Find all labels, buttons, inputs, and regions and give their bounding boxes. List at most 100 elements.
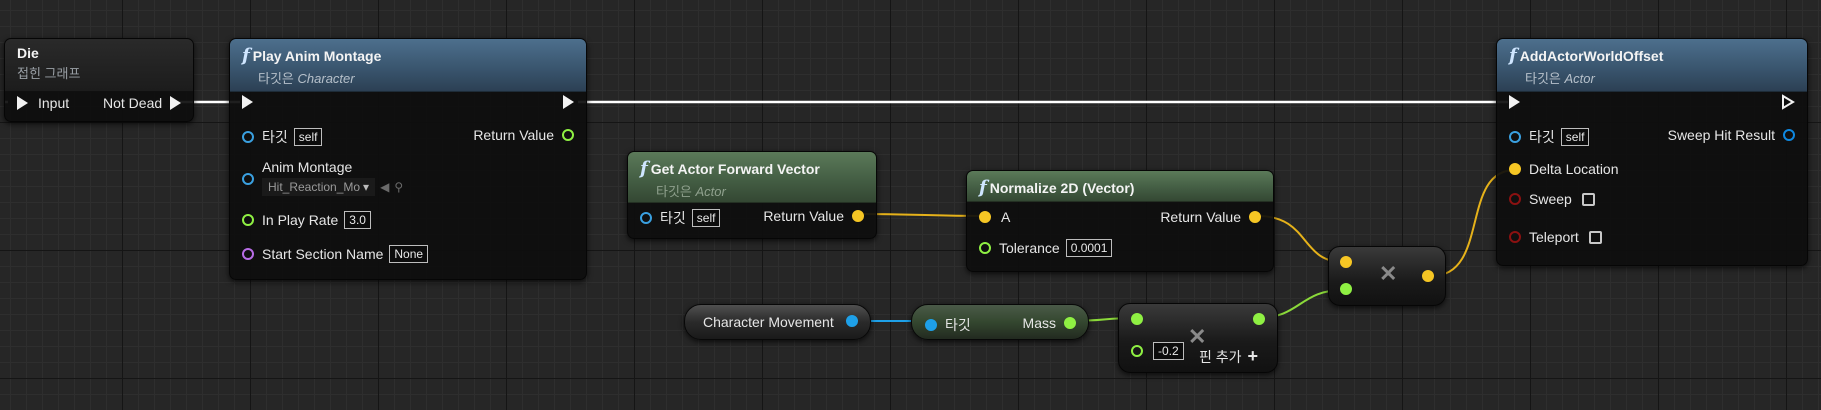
play-anim-montage-node[interactable]: f Play Anim Montage 타깃은 Character 타깃 self… — [229, 38, 587, 280]
get-mass-target-pin[interactable] — [925, 319, 937, 331]
node-subtitle: 타깃은 Actor — [640, 181, 866, 200]
target-row: 타깃 self — [242, 127, 323, 147]
variable-label: Character Movement — [703, 314, 834, 330]
target-label: 타깃 — [1529, 129, 1555, 145]
in-play-rate-pin[interactable] — [242, 214, 254, 226]
multiply-output-pin[interactable] — [1422, 270, 1434, 282]
sweep-checkbox[interactable] — [1581, 192, 1595, 206]
multiply-vector-input-pin[interactable] — [1340, 256, 1352, 268]
exec-in-pin[interactable] — [17, 96, 28, 110]
in-play-rate-label: In Play Rate — [262, 212, 339, 228]
tolerance-row: Tolerance 0.0001 — [979, 239, 1113, 257]
exec-out-pin[interactable] — [563, 95, 574, 109]
target-value[interactable]: self — [293, 128, 323, 146]
exec-out-row — [563, 95, 574, 109]
return-value-pin[interactable] — [852, 210, 864, 222]
mass-output-row: Mass — [1023, 315, 1076, 331]
exec-in-pin[interactable] — [1509, 95, 1520, 109]
delta-location-label: Delta Location — [1529, 161, 1619, 177]
target-pin[interactable] — [242, 131, 254, 143]
tolerance-value[interactable]: 0.0001 — [1065, 239, 1113, 257]
return-value-pin[interactable] — [562, 129, 574, 141]
multiply-input-a-row — [1340, 256, 1352, 268]
mass-output-pin[interactable] — [1064, 317, 1076, 329]
subtitle-prefix: 타깃은 — [656, 184, 692, 199]
sweep-hit-label: Sweep Hit Result — [1667, 127, 1775, 143]
float-mul-input-b-pin[interactable] — [1131, 345, 1143, 357]
subtitle-class: Actor — [695, 184, 726, 199]
target-value[interactable]: self — [691, 209, 721, 227]
browse-search-icon[interactable]: ⚲ — [394, 180, 403, 194]
return-label: Return Value — [763, 208, 844, 224]
anim-montage-pin[interactable] — [242, 173, 254, 185]
get-actor-forward-vector-node[interactable]: f Get Actor Forward Vector 타깃은 Actor 타깃 s… — [627, 151, 877, 239]
a-label: A — [1001, 209, 1011, 225]
a-row: A — [979, 209, 1010, 225]
float-mul-input-a-row — [1131, 313, 1143, 325]
exec-in-pin[interactable] — [242, 95, 253, 109]
node-title-row: f Play Anim Montage — [242, 45, 576, 66]
input-label: Input — [38, 95, 70, 111]
delta-location-row: Delta Location — [1509, 161, 1619, 177]
exec-in-row — [242, 95, 253, 109]
anim-montage-label: Anim Montage — [262, 159, 353, 175]
node-header: f Normalize 2D (Vector) — [967, 171, 1273, 202]
variable-output-row — [846, 315, 858, 327]
anim-montage-dropdown[interactable]: Hit_Reaction_Mo ▾ — [262, 178, 376, 196]
target-pin[interactable] — [1509, 131, 1521, 143]
node-header: f Play Anim Montage 타깃은 Character — [230, 39, 586, 92]
target-label: 타깃 — [660, 210, 686, 226]
target-pin[interactable] — [640, 212, 652, 224]
start-section-value[interactable]: None — [389, 245, 429, 263]
sweep-hit-result-row: Sweep Hit Result — [1668, 127, 1795, 143]
node-subtitle: 타깃은 Character — [242, 68, 576, 87]
return-value-row: Return Value — [763, 208, 864, 224]
exec-out-pin[interactable] — [1781, 94, 1795, 110]
return-value-pin[interactable] — [1249, 211, 1261, 223]
add-pin-row[interactable]: 핀 추가 + — [1199, 346, 1258, 367]
exec-out-pin[interactable] — [170, 96, 182, 110]
vector-multiply-node[interactable]: ✕ — [1328, 246, 1446, 306]
node-title: Die — [17, 45, 39, 61]
node-title: AddActorWorldOffset — [1519, 48, 1664, 64]
function-icon: f — [979, 177, 987, 198]
float-mul-output-pin[interactable] — [1253, 313, 1265, 325]
not-dead-exec-row: Not Dead — [103, 95, 182, 111]
tolerance-pin[interactable] — [979, 242, 991, 254]
sweep-pin[interactable] — [1509, 193, 1521, 205]
return-label: Return Value — [473, 127, 554, 143]
teleport-row: Teleport — [1509, 229, 1602, 245]
a-pin[interactable] — [979, 211, 991, 223]
tolerance-label: Tolerance — [999, 240, 1060, 256]
teleport-label: Teleport — [1529, 229, 1579, 245]
add-actor-world-offset-node[interactable]: f AddActorWorldOffset 타깃은 Actor 타깃 self S… — [1496, 38, 1808, 266]
delta-location-pin[interactable] — [1509, 163, 1521, 175]
variable-row: Character Movement — [703, 314, 834, 330]
character-movement-variable-node[interactable]: Character Movement — [684, 304, 871, 340]
float-multiply-node[interactable]: ✕ -0.2 핀 추가 + — [1118, 303, 1278, 373]
character-movement-output-pin[interactable] — [846, 315, 858, 327]
start-section-pin[interactable] — [242, 248, 254, 260]
die-node-header: Die 접힌 그래프 — [5, 39, 193, 92]
use-selected-arrow-icon[interactable]: ◀ — [380, 180, 389, 194]
in-play-rate-row: In Play Rate 3.0 — [242, 211, 371, 229]
in-play-rate-value[interactable]: 3.0 — [344, 211, 371, 229]
subtitle-prefix: 타깃은 — [258, 71, 294, 86]
get-mass-node[interactable]: 타깃 Mass — [911, 304, 1089, 340]
float-mul-input-a-pin[interactable] — [1131, 313, 1143, 325]
node-title: Normalize 2D (Vector) — [989, 180, 1135, 196]
teleport-pin[interactable] — [1509, 231, 1521, 243]
sweep-hit-result-pin[interactable] — [1783, 129, 1795, 141]
node-title-row: f Normalize 2D (Vector) — [979, 177, 1263, 198]
die-collapsed-graph-node[interactable]: Die 접힌 그래프 Input Not Dead — [4, 38, 194, 122]
teleport-checkbox[interactable] — [1588, 230, 1602, 244]
sweep-label: Sweep — [1529, 191, 1572, 207]
target-value[interactable]: self — [1560, 128, 1590, 146]
multiply-input-b-row — [1340, 283, 1352, 295]
multiply-float-input-pin[interactable] — [1340, 283, 1352, 295]
input-exec-row: Input — [17, 95, 69, 111]
float-mul-value[interactable]: -0.2 — [1153, 342, 1184, 360]
node-title: Play Anim Montage — [252, 48, 382, 64]
normalize-2d-node[interactable]: f Normalize 2D (Vector) A Return Value To… — [966, 170, 1274, 272]
plus-icon[interactable]: + — [1248, 346, 1259, 367]
